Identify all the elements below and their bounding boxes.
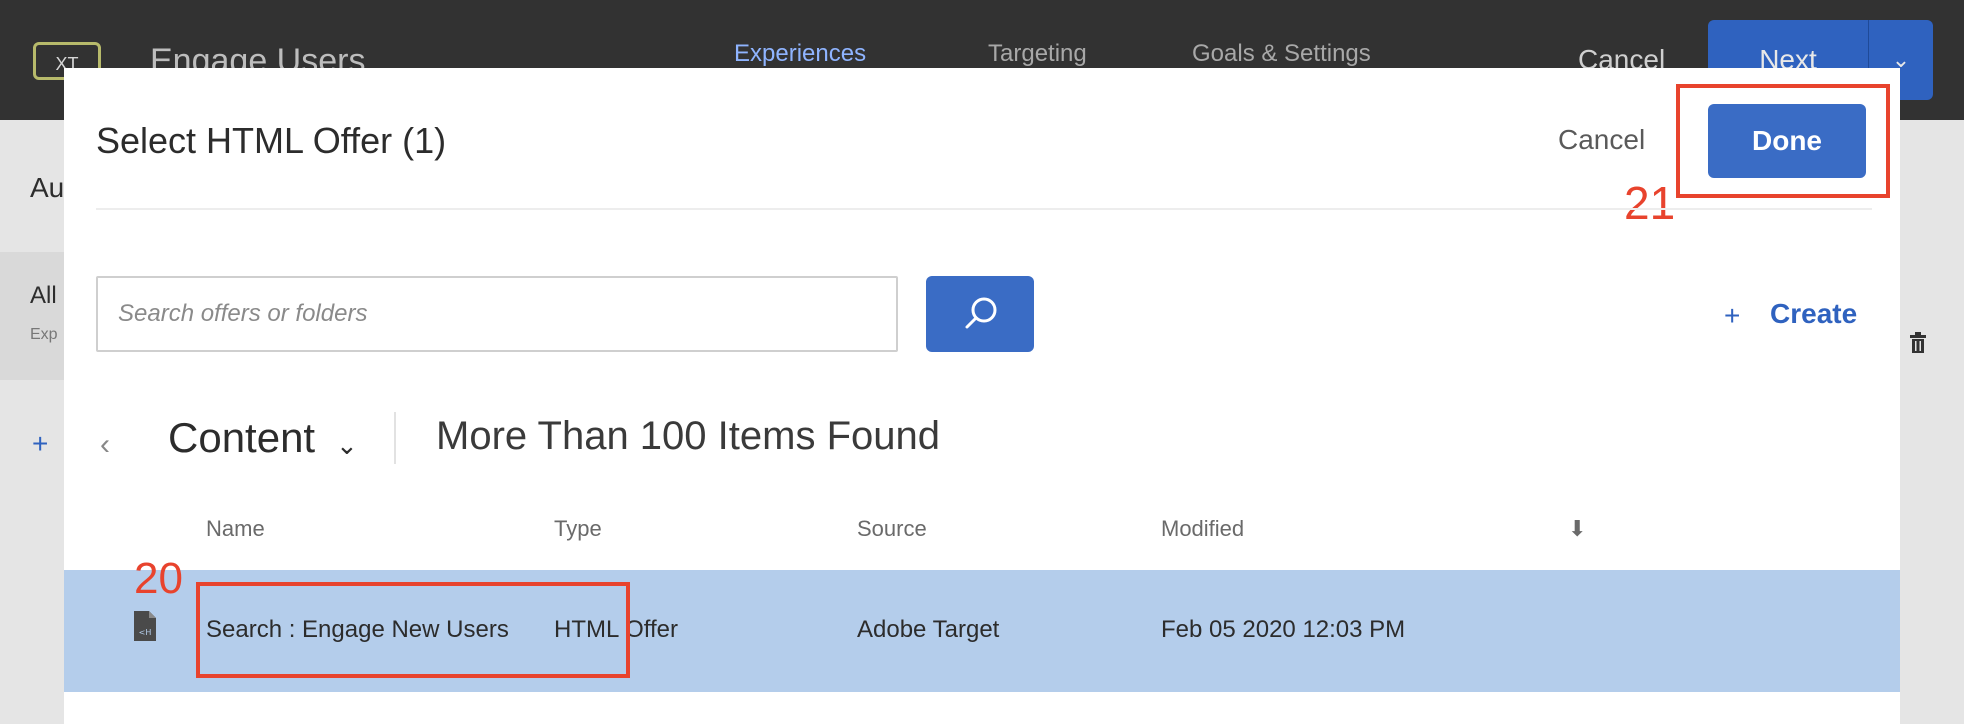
chevron-down-icon[interactable]: ⌄: [336, 430, 358, 461]
audience-row-background: [0, 252, 64, 380]
row-modified: Feb 05 2020 12:03 PM: [1161, 616, 1406, 643]
tab-goals-settings[interactable]: Goals & Settings: [1192, 40, 1371, 68]
column-header-source[interactable]: Source: [857, 516, 927, 542]
items-found-label: More Than 100 Items Found: [436, 414, 940, 458]
row-source: Adobe Target: [857, 616, 1000, 643]
plus-icon[interactable]: +: [1724, 300, 1740, 332]
audience-all-label[interactable]: All: [30, 282, 57, 310]
search-icon: [965, 297, 997, 329]
trash-icon[interactable]: [1908, 330, 1928, 354]
svg-text:<H: <H: [139, 628, 152, 637]
modal-title: Select HTML Offer (1): [96, 120, 447, 161]
folder-selector[interactable]: Content: [168, 414, 315, 462]
row-highlight-box: [196, 582, 630, 678]
search-button[interactable]: [926, 276, 1034, 352]
toolbar-separator: [394, 412, 396, 464]
search-input[interactable]: [96, 276, 898, 352]
create-button[interactable]: Create: [1770, 298, 1857, 330]
done-highlight-box: [1676, 84, 1890, 198]
back-chevron-icon[interactable]: ‹: [100, 428, 110, 462]
step-21-label: 21: [1624, 177, 1676, 229]
column-header-modified[interactable]: Modified: [1161, 516, 1244, 542]
step-20-label: 20: [134, 554, 183, 603]
sort-descending-icon[interactable]: ⬇: [1568, 516, 1586, 542]
html-file-icon: <H: [134, 611, 156, 641]
select-offer-modal: Select HTML Offer (1) Cancel Done 21 + C…: [64, 68, 1900, 724]
tab-targeting[interactable]: Targeting: [988, 40, 1087, 68]
column-header-name[interactable]: Name: [206, 516, 265, 542]
experience-sub-label: Exp: [30, 326, 58, 343]
audience-heading: Au: [30, 172, 65, 203]
modal-divider: [96, 208, 1872, 210]
add-icon[interactable]: +: [32, 428, 48, 460]
modal-cancel-button[interactable]: Cancel: [1558, 124, 1645, 156]
tab-experiences[interactable]: Experiences: [734, 40, 866, 68]
column-header-type[interactable]: Type: [554, 516, 602, 542]
